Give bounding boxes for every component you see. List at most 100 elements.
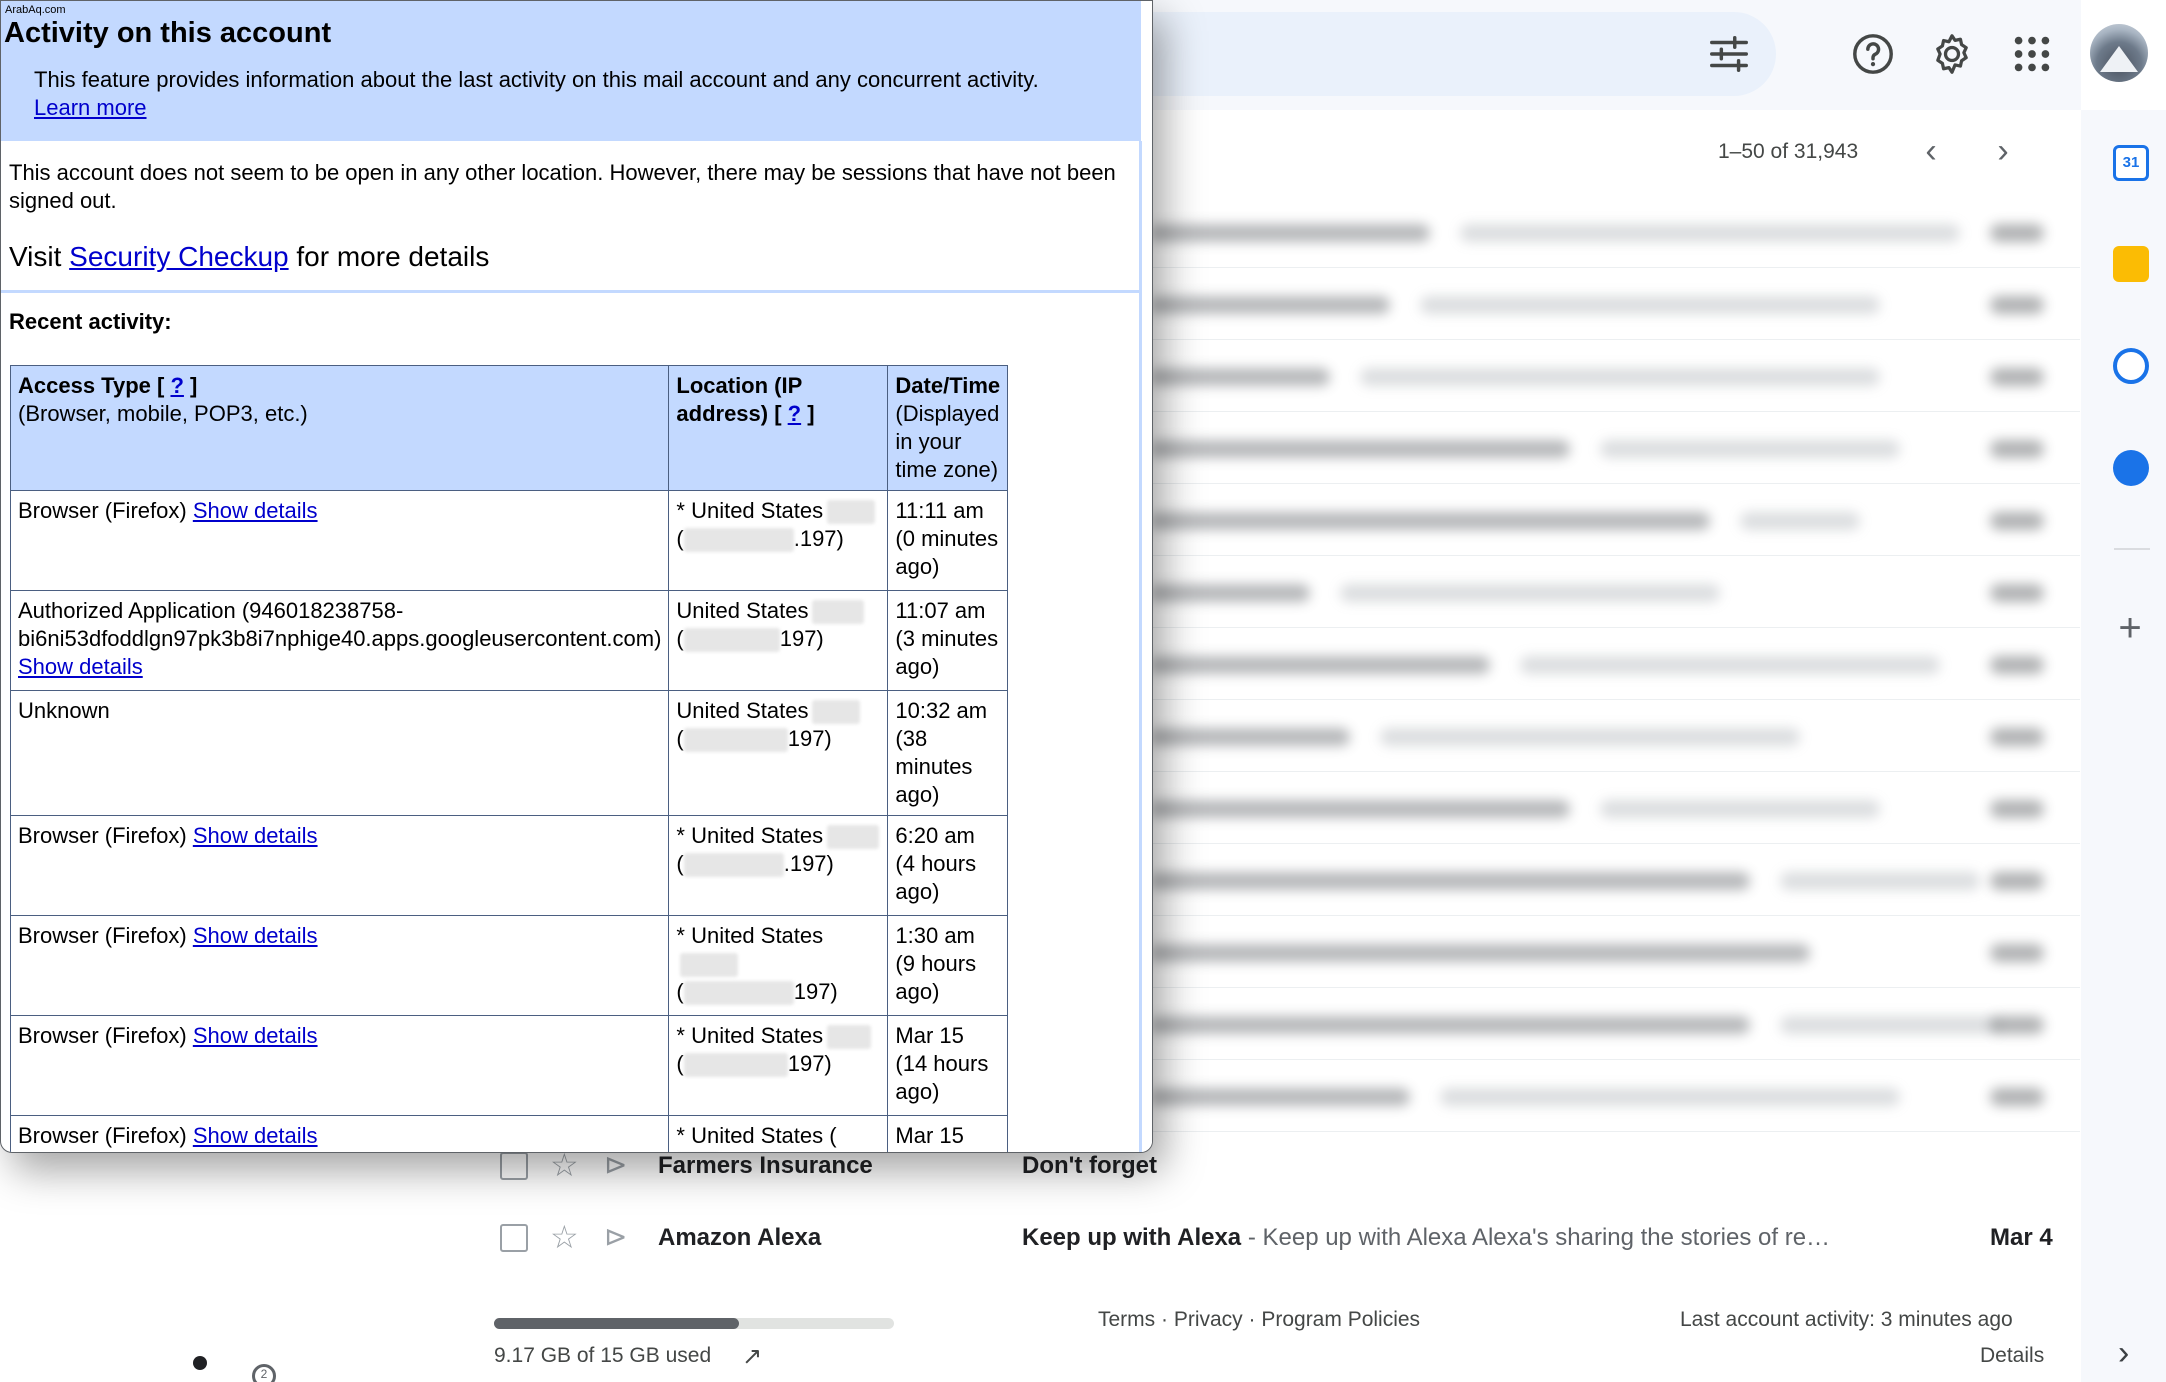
blurred-date	[1990, 656, 2044, 674]
show-details-link[interactable]: Show details	[193, 1023, 318, 1048]
email-checkbox[interactable]	[500, 1224, 528, 1252]
ip-address-suffix: .197)	[783, 851, 834, 876]
storage-usage-text: 9.17 GB of 15 GB used	[494, 1344, 712, 1367]
importance-marker-icon[interactable]: ⊳	[604, 1220, 627, 1253]
email-subject: Keep up with Alexa - Keep up with Alexa …	[1022, 1224, 1831, 1251]
popup-separator	[1, 290, 1139, 293]
status-dot-icon[interactable]	[193, 1356, 207, 1370]
details-link[interactable]: Details	[1980, 1344, 2044, 1368]
blurred-snippet	[1460, 224, 1960, 242]
activity-time-ago: (14 hours ago)	[895, 1051, 989, 1104]
activity-time: Mar 15	[895, 1023, 964, 1048]
blurred-snippet	[1600, 800, 1880, 818]
redacted-ip	[683, 853, 784, 878]
search-options-icon[interactable]	[1700, 25, 1758, 83]
location-help-link[interactable]: ?	[788, 401, 801, 426]
side-panel	[2081, 110, 2166, 1382]
location-cell: United States (197)	[668, 590, 889, 691]
keep-icon[interactable]	[2113, 246, 2149, 282]
learn-more-link[interactable]: Learn more	[34, 95, 147, 121]
blurred-date	[1990, 512, 2044, 530]
location-country: * United States	[676, 498, 824, 523]
activity-row: Authorized Application (946018238758-bi6…	[9, 590, 1009, 691]
activity-time-ago: (9 hours ago)	[895, 951, 977, 1004]
popup-scrollbar[interactable]	[1139, 141, 1152, 1152]
ip-open-paren: (	[676, 1051, 684, 1076]
blurred-subject	[1150, 1088, 1410, 1106]
account-avatar[interactable]	[2090, 24, 2148, 82]
ip-address-suffix: .197)	[793, 526, 844, 551]
email-sender: Amazon Alexa	[658, 1224, 822, 1251]
settings-gear-icon[interactable]	[1923, 25, 1981, 83]
blurred-snippet	[1780, 872, 1980, 890]
email-checkbox[interactable]	[500, 1152, 528, 1180]
blurred-subject	[1150, 1016, 1750, 1034]
blurred-email-row	[1150, 340, 2080, 412]
access-type-text: Browser (Firefox)	[18, 1123, 187, 1148]
blurred-subject	[1150, 224, 1430, 242]
meet-badge-icon[interactable]: 2	[252, 1364, 276, 1382]
blurred-date	[1990, 368, 2044, 386]
redacted-region	[827, 1025, 872, 1050]
blurred-email-row	[1150, 556, 2080, 628]
access-type-subtitle: (Browser, mobile, POP3, etc.)	[18, 401, 308, 426]
blurred-subject	[1150, 296, 1390, 314]
blurred-date	[1990, 944, 2044, 962]
blurred-email-list	[1150, 196, 2080, 1196]
show-details-link[interactable]: Show details	[193, 1123, 318, 1148]
security-checkup-link[interactable]: Security Checkup	[69, 241, 288, 272]
popup-title: Activity on this account	[4, 17, 332, 49]
show-details-link[interactable]: Show details	[193, 498, 318, 523]
column-header-location: Location (IP address) [ ? ]	[668, 365, 889, 491]
blurred-snippet	[1520, 656, 1940, 674]
access-type-text: Unknown	[18, 698, 110, 723]
footer-policy-links[interactable]: Terms · Privacy · Program Policies	[1098, 1308, 1420, 1332]
show-details-link[interactable]: Show details	[18, 654, 143, 679]
calendar-icon[interactable]: 31	[2113, 145, 2149, 181]
activity-time: 10:32 am	[895, 698, 988, 723]
activity-time: 1:30 am	[895, 923, 975, 948]
star-icon[interactable]: ☆	[550, 1218, 579, 1256]
activity-time-ago: (0 minutes ago)	[895, 526, 999, 579]
blurred-snippet	[1740, 512, 1860, 530]
blurred-date	[1990, 296, 2044, 314]
previous-page-chevron-icon[interactable]: ‹	[1914, 134, 1948, 170]
blurred-subject	[1150, 800, 1570, 818]
location-cell: * United States (	[668, 1115, 889, 1152]
redacted-region	[827, 500, 876, 525]
activity-time: 6:20 am	[895, 823, 975, 848]
datetime-cell: Mar 15 (14 hours ago)	[887, 1015, 1009, 1116]
search-bar[interactable]	[1140, 12, 1776, 96]
contacts-icon[interactable]	[2113, 450, 2149, 486]
location-cell: * United States (197)	[668, 1015, 889, 1116]
blurred-snippet	[1780, 1016, 2000, 1034]
access-type-cell: Browser (Firefox) Show details	[9, 1015, 670, 1116]
recent-activity-table: Access Type [ ? ] (Browser, mobile, POP3…	[9, 365, 1009, 1152]
location-cell: * United States (.197)	[668, 490, 889, 591]
access-type-text: Authorized Application (946018238758-bi6…	[18, 598, 662, 651]
help-icon[interactable]	[1844, 25, 1902, 83]
access-type-help-link[interactable]: ?	[170, 373, 183, 398]
activity-time-ago: (38 minutes ago)	[895, 726, 973, 807]
datetime-cell: 6:20 am (4 hours ago)	[887, 815, 1009, 916]
column-header-datetime: Date/Time (Displayed in your time zone)	[887, 365, 1009, 491]
activity-time-ago: (4 hours ago)	[895, 851, 977, 904]
collapse-panel-chevron-icon[interactable]: ›	[2118, 1336, 2148, 1370]
open-storage-external-link-icon[interactable]: ↗	[742, 1342, 762, 1371]
google-apps-icon[interactable]	[2003, 25, 2061, 83]
email-row[interactable]: ☆ ⊳ Amazon Alexa Keep up with Alexa - Ke…	[466, 1202, 2080, 1274]
show-details-link[interactable]: Show details	[193, 923, 318, 948]
access-type-cell: Browser (Firefox) Show details	[9, 1115, 670, 1152]
access-type-cell: Unknown	[9, 690, 670, 816]
next-page-chevron-icon[interactable]: ›	[1986, 134, 2020, 170]
location-country: United States	[676, 698, 809, 723]
location-country: * United States (	[676, 1123, 837, 1148]
email-date: Mar 4	[1990, 1224, 2053, 1251]
redacted-region	[812, 700, 861, 725]
storage-bar-fill	[494, 1318, 739, 1329]
tasks-icon[interactable]	[2113, 348, 2149, 384]
add-app-plus-icon[interactable]: +	[2110, 608, 2150, 648]
blurred-email-row	[1150, 628, 2080, 700]
show-details-link[interactable]: Show details	[193, 823, 318, 848]
blurred-subject	[1150, 944, 1810, 962]
